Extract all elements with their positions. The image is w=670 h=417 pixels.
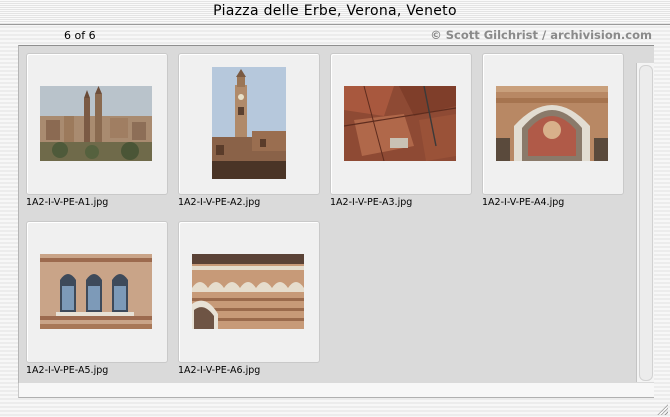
resize-grip-icon[interactable]	[656, 403, 668, 415]
thumbnail-cell-5[interactable]	[26, 221, 168, 363]
triple-window-photo[interactable]	[40, 254, 152, 329]
rooftops-aerial-photo[interactable]	[344, 86, 456, 161]
thumbnail-filename-3[interactable]: 1A2-I-V-PE-A3.jpg	[330, 197, 412, 208]
image-counter: 6 of 6	[64, 29, 96, 42]
thumbnail-cell-2[interactable]	[178, 53, 320, 195]
window-title: Piazza delle Erbe, Verona, Veneto	[213, 3, 457, 19]
thumbnail-filename-1[interactable]: 1A2-I-V-PE-A1.jpg	[26, 197, 108, 208]
arched-facade-photo[interactable]	[192, 254, 304, 329]
clock-tower-photo[interactable]	[212, 67, 286, 179]
thumbnail-grid: 1A2-I-V-PE-A1.jpg 1A2-I-V-PE-A2.jpg 1A2-…	[18, 45, 654, 383]
thumbnail-cell-1[interactable]	[26, 53, 168, 195]
thumbnail-cell-4[interactable]	[482, 53, 624, 195]
thumbnail-filename-2[interactable]: 1A2-I-V-PE-A2.jpg	[178, 197, 260, 208]
thumbnail-filename-4[interactable]: 1A2-I-V-PE-A4.jpg	[482, 197, 564, 208]
city-skyline-photo[interactable]	[40, 86, 152, 161]
arched-fresco-photo[interactable]	[496, 86, 608, 161]
thumbnail-filename-5[interactable]: 1A2-I-V-PE-A5.jpg	[26, 365, 108, 376]
title-bar[interactable]: Piazza delle Erbe, Verona, Veneto	[0, 0, 670, 25]
thumbnail-cell-3[interactable]	[330, 53, 472, 195]
thumbnail-filename-6[interactable]: 1A2-I-V-PE-A6.jpg	[178, 365, 260, 376]
copyright-credit: © Scott Gilchrist / archivision.com	[430, 28, 652, 42]
scrollbar-thumb[interactable]	[639, 65, 653, 381]
vertical-scrollbar[interactable]	[636, 63, 654, 382]
thumbnail-cell-6[interactable]	[178, 221, 320, 363]
status-bar	[18, 383, 654, 398]
